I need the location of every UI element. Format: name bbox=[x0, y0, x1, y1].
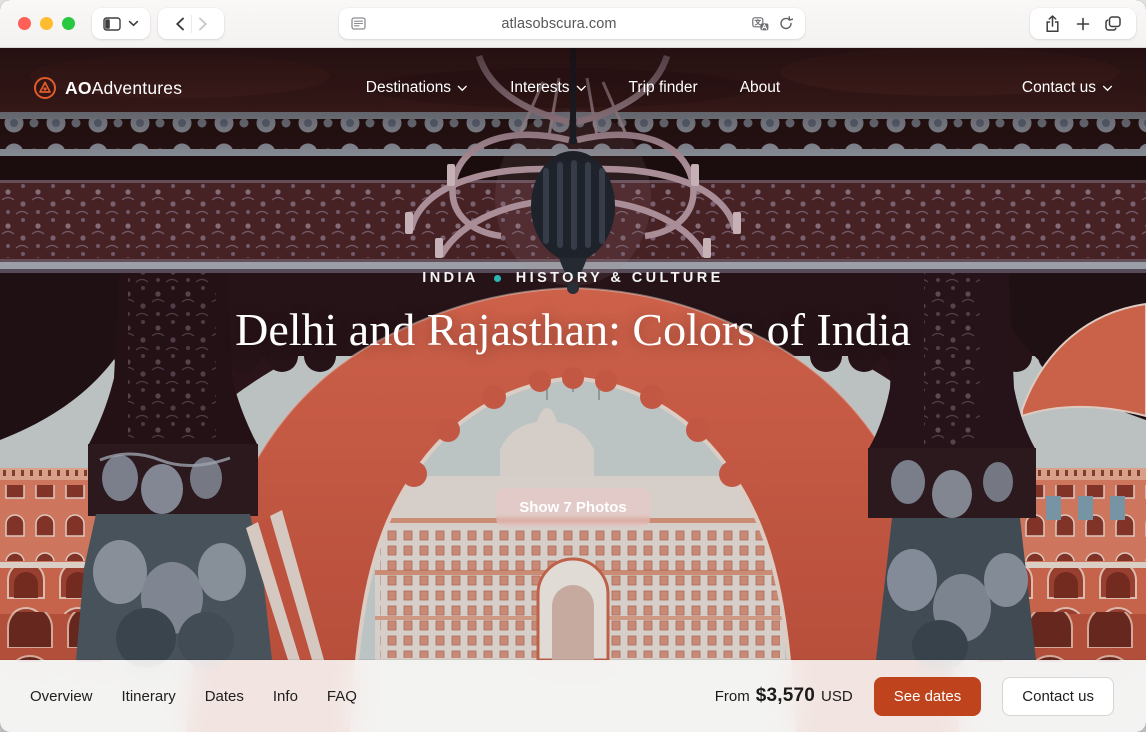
contact-us-button[interactable]: Contact us bbox=[1002, 677, 1114, 716]
translate-icon[interactable] bbox=[752, 17, 769, 31]
forward-button-icon[interactable] bbox=[198, 17, 208, 31]
site-logo[interactable]: AOAdventures bbox=[33, 76, 182, 100]
share-icon[interactable] bbox=[1045, 15, 1060, 33]
breadcrumb: INDIA HISTORY & CULTURE bbox=[0, 270, 1146, 286]
logo-prefix: AO bbox=[65, 78, 92, 98]
price-prefix: From bbox=[715, 688, 750, 705]
palace-photo-illustration bbox=[0, 48, 1146, 732]
tab-itinerary[interactable]: Itinerary bbox=[122, 688, 176, 705]
toolbar-actions bbox=[1030, 8, 1136, 39]
nav-item-interests[interactable]: Interests bbox=[510, 79, 586, 97]
url-text[interactable]: atlasobscura.com bbox=[366, 16, 752, 32]
nav-label: Contact us bbox=[1022, 79, 1096, 97]
divider bbox=[191, 15, 192, 33]
show-photos-button[interactable]: Show 7 Photos bbox=[496, 488, 650, 527]
logo-suffix: Adventures bbox=[92, 78, 183, 98]
trip-tabs: Overview Itinerary Dates Info FAQ bbox=[30, 688, 357, 705]
zoom-window-button[interactable] bbox=[62, 17, 75, 30]
trip-price: From $3,570 USD bbox=[715, 685, 853, 707]
browser-window: atlasobscura.com bbox=[0, 0, 1146, 732]
trip-sticky-bar: Overview Itinerary Dates Info FAQ From $… bbox=[0, 660, 1146, 732]
nav-label: Destinations bbox=[366, 79, 451, 97]
traffic-lights bbox=[18, 17, 75, 30]
chevron-down-icon bbox=[576, 85, 587, 92]
nav-item-about[interactable]: About bbox=[740, 79, 781, 97]
nav-item-contact-us[interactable]: Contact us bbox=[1022, 79, 1113, 97]
nav-label: Trip finder bbox=[629, 79, 698, 97]
price-amount: $3,570 bbox=[756, 685, 815, 707]
see-dates-button[interactable]: See dates bbox=[874, 677, 982, 716]
page-title: Delhi and Rajasthan: Colors of India bbox=[193, 302, 953, 358]
minimize-window-button[interactable] bbox=[40, 17, 53, 30]
new-tab-icon[interactable] bbox=[1076, 17, 1090, 31]
chevron-down-icon bbox=[1102, 85, 1113, 92]
separator-dot-icon bbox=[494, 275, 501, 282]
nav-item-trip-finder[interactable]: Trip finder bbox=[629, 79, 698, 97]
price-currency: USD bbox=[821, 688, 853, 705]
nav-item-destinations[interactable]: Destinations bbox=[366, 79, 468, 97]
nav-label: Interests bbox=[510, 79, 569, 97]
sidebar-chevron-down-icon[interactable] bbox=[128, 20, 139, 27]
tab-overview-icon[interactable] bbox=[1105, 16, 1121, 31]
breadcrumb-topic[interactable]: HISTORY & CULTURE bbox=[516, 270, 724, 286]
nav-label: About bbox=[740, 79, 781, 97]
logo-text: AOAdventures bbox=[65, 78, 182, 99]
back-button-icon[interactable] bbox=[175, 17, 185, 31]
address-bar[interactable]: atlasobscura.com bbox=[339, 8, 805, 39]
browser-toolbar: atlasobscura.com bbox=[0, 0, 1146, 48]
tab-faq[interactable]: FAQ bbox=[327, 688, 357, 705]
tab-overview[interactable]: Overview bbox=[30, 688, 93, 705]
history-controls bbox=[158, 8, 224, 39]
site-header: AOAdventures Destinations Interests Trip… bbox=[0, 48, 1146, 128]
tab-dates[interactable]: Dates bbox=[205, 688, 244, 705]
breadcrumb-category[interactable]: INDIA bbox=[422, 270, 478, 286]
reader-view-icon[interactable] bbox=[351, 17, 366, 30]
price-and-actions: From $3,570 USD See dates Contact us bbox=[715, 677, 1114, 716]
reload-icon[interactable] bbox=[779, 16, 793, 31]
main-navigation: Destinations Interests Trip finder About bbox=[366, 48, 780, 128]
hero-image: AOAdventures Destinations Interests Trip… bbox=[0, 48, 1146, 732]
sidebar-toggle-icon[interactable] bbox=[103, 17, 121, 31]
close-window-button[interactable] bbox=[18, 17, 31, 30]
chevron-down-icon bbox=[457, 85, 468, 92]
sidebar-controls bbox=[92, 8, 150, 39]
atlas-obscura-logo-icon bbox=[33, 76, 57, 100]
tab-info[interactable]: Info bbox=[273, 688, 298, 705]
